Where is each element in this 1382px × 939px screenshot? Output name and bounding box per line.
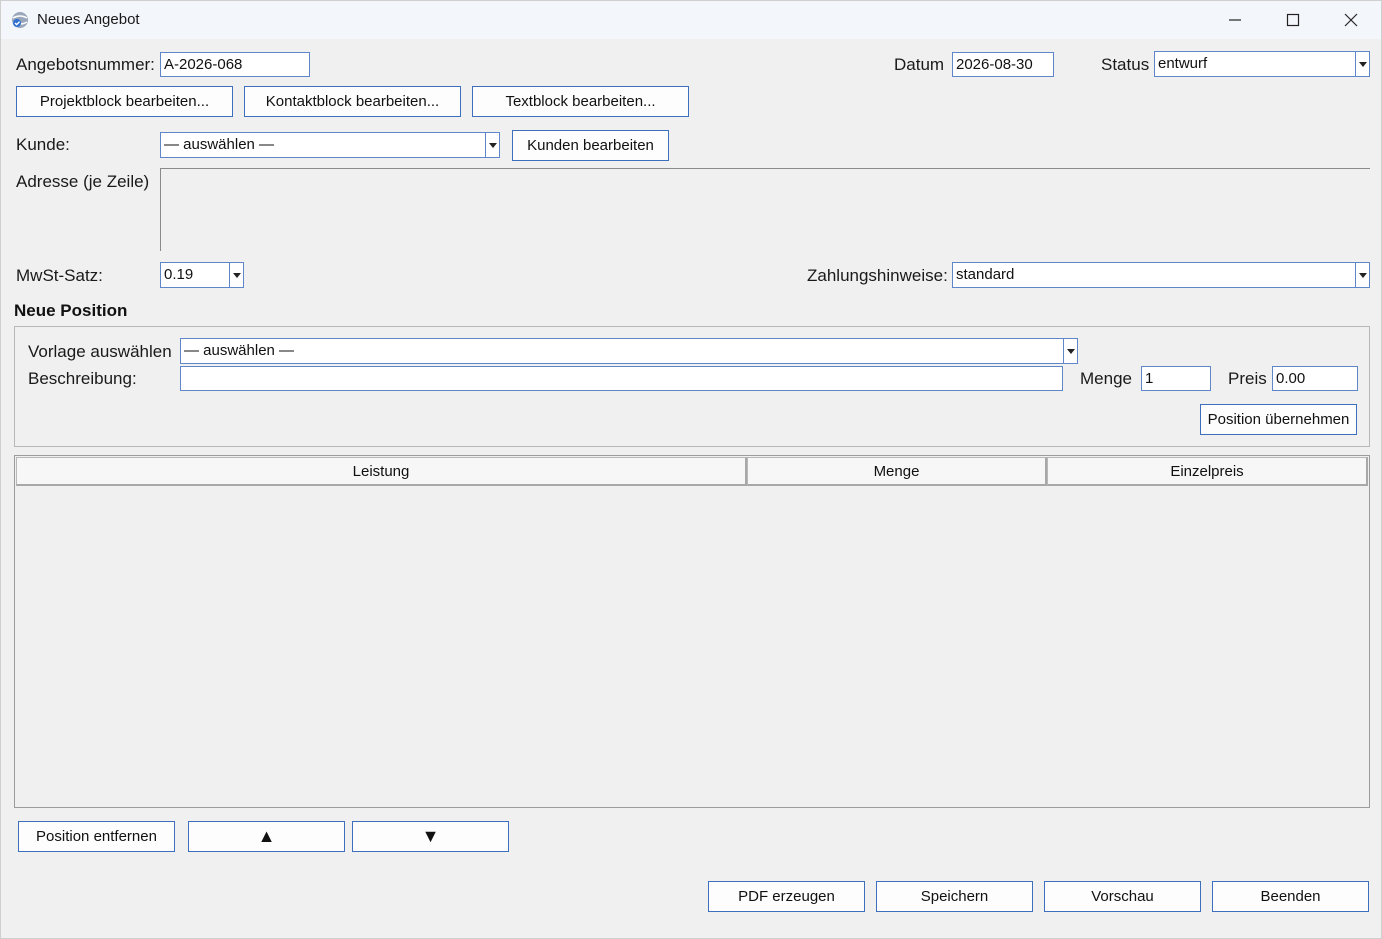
maximize-icon [1286, 13, 1300, 27]
chevron-down-icon[interactable] [485, 133, 499, 157]
status-select[interactable]: entwurf [1154, 51, 1370, 77]
apply-position-button[interactable]: Position übernehmen [1200, 404, 1357, 435]
edit-text-block-button[interactable]: Textblock bearbeiten... [472, 86, 689, 117]
customer-select-value: — auswählen — [164, 136, 275, 153]
column-header-service[interactable]: Leistung [16, 457, 747, 486]
address-label: Adresse (je Zeile) [16, 172, 150, 191]
positions-table[interactable]: Leistung Menge Einzelpreis [14, 455, 1370, 808]
date-label: Datum [894, 55, 945, 74]
description-label: Beschreibung: [28, 369, 137, 388]
create-pdf-button[interactable]: PDF erzeugen [708, 881, 865, 912]
price-input[interactable]: 0.00 [1272, 366, 1358, 391]
save-button[interactable]: Speichern [876, 881, 1033, 912]
close-icon [1344, 13, 1358, 27]
window-title: Neues Angebot [37, 11, 140, 28]
chevron-down-icon[interactable] [1063, 339, 1077, 363]
offer-number-field[interactable]: A-2026-068 [160, 52, 310, 77]
template-label: Vorlage auswählen [28, 342, 172, 361]
title-bar: Neues Angebot [1, 1, 1381, 39]
template-select-value: — auswählen — [184, 342, 295, 359]
remove-position-button[interactable]: Position entfernen [18, 821, 175, 852]
payment-notes-select[interactable]: standard [952, 262, 1370, 288]
chevron-down-icon[interactable] [229, 263, 243, 287]
minimize-icon [1229, 19, 1241, 21]
new-position-heading: Neue Position [14, 301, 128, 320]
description-input[interactable] [180, 366, 1063, 391]
status-label: Status [1101, 55, 1150, 74]
column-header-quantity[interactable]: Menge [747, 457, 1047, 486]
vat-rate-select[interactable]: 0.19 [160, 262, 244, 288]
status-select-value: entwurf [1158, 55, 1208, 72]
close-button[interactable] [1322, 1, 1380, 39]
edit-project-block-button[interactable]: Projektblock bearbeiten... [16, 86, 233, 117]
column-header-unit-price[interactable]: Einzelpreis [1047, 457, 1368, 486]
move-up-button[interactable]: ▲ [188, 821, 345, 852]
maximize-button[interactable] [1264, 1, 1322, 39]
minimize-button[interactable] [1206, 1, 1264, 39]
preview-button[interactable]: Vorschau [1044, 881, 1201, 912]
price-label: Preis [1228, 369, 1267, 388]
payment-notes-label: Zahlungshinweise: [807, 266, 948, 285]
template-select[interactable]: — auswählen — [180, 338, 1078, 364]
edit-contact-block-button[interactable]: Kontaktblock bearbeiten... [244, 86, 461, 117]
customer-select[interactable]: — auswählen — [160, 132, 500, 158]
chevron-down-icon[interactable] [1355, 263, 1369, 287]
quit-button[interactable]: Beenden [1212, 881, 1369, 912]
address-textarea[interactable] [160, 168, 1370, 251]
app-globe-icon [12, 12, 28, 28]
offer-number-label: Angebotsnummer: [16, 55, 155, 74]
payment-notes-value: standard [956, 266, 1015, 283]
edit-customers-button[interactable]: Kunden bearbeiten [512, 130, 669, 161]
move-down-button[interactable]: ▼ [352, 821, 509, 852]
quantity-label: Menge [1080, 369, 1132, 388]
quantity-input[interactable]: 1 [1141, 366, 1211, 391]
chevron-down-icon[interactable] [1355, 52, 1369, 76]
dialog-window: Neues Angebot Angebotsnummer: A-2026-068… [0, 0, 1382, 939]
date-field[interactable]: 2026-08-30 [952, 52, 1054, 77]
vat-rate-label: MwSt-Satz: [16, 266, 103, 285]
customer-label: Kunde: [16, 135, 70, 154]
vat-rate-value: 0.19 [164, 266, 194, 283]
